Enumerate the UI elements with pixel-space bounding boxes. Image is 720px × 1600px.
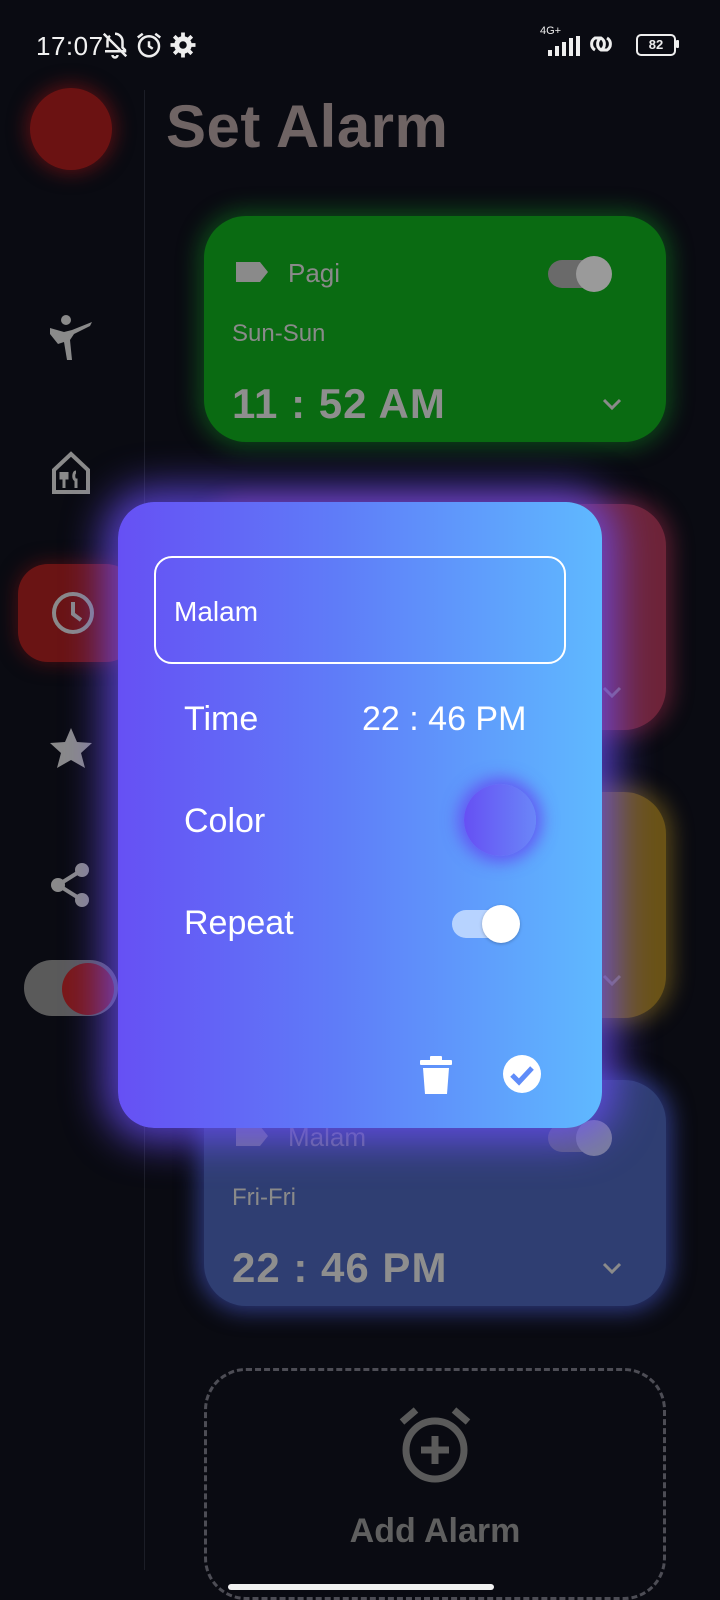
star-icon[interactable] <box>46 724 96 774</box>
add-alarm-label: Add Alarm <box>349 1512 521 1550</box>
add-alarm-icon <box>399 1407 471 1483</box>
repeat-toggle-knob <box>482 905 520 943</box>
app-logo <box>30 88 112 170</box>
alarm-status-icon <box>137 32 161 58</box>
gesture-nav-handle[interactable] <box>228 1584 494 1590</box>
delete-icon[interactable] <box>418 1056 454 1096</box>
alarm-days: Fri-Fri <box>232 1184 296 1211</box>
alarm-name-value: Malam <box>174 596 259 627</box>
martial-arts-icon[interactable] <box>46 312 96 362</box>
signal-icon <box>548 36 580 56</box>
hotspot-link-icon <box>590 36 612 52</box>
status-time: 17:07 <box>36 31 104 61</box>
battery-tip <box>676 40 679 48</box>
alarm-label: Pagi <box>288 258 341 288</box>
page-title: Set Alarm <box>166 93 449 160</box>
theme-toggle-knob <box>62 963 114 1015</box>
network-type: 4G+ <box>540 25 562 37</box>
chevron-down-icon[interactable] <box>600 968 624 992</box>
chevron-down-icon[interactable] <box>600 392 624 416</box>
notifications-off-icon <box>102 32 128 59</box>
settings-gear-icon <box>170 32 196 58</box>
time-label: Time <box>184 700 259 738</box>
alarm-time: 22 : 46 PM <box>232 1244 448 1291</box>
chevron-down-icon[interactable] <box>600 680 624 704</box>
confirm-check-icon[interactable] <box>502 1054 542 1094</box>
time-value[interactable]: 22 : 46 PM <box>362 700 526 739</box>
battery-indicator: 82 <box>636 34 676 56</box>
clock-icon[interactable] <box>48 588 98 638</box>
chevron-down-icon[interactable] <box>600 1256 624 1280</box>
color-label: Color <box>184 802 266 840</box>
add-alarm-button[interactable] <box>204 1368 666 1600</box>
restaurant-icon[interactable] <box>46 448 96 498</box>
label-tag-icon <box>236 262 268 282</box>
alarm-time: 11 : 52 AM <box>232 380 446 427</box>
alarm-toggle-knob <box>576 256 612 292</box>
alarm-days: Sun-Sun <box>232 320 326 347</box>
color-picker-swatch[interactable] <box>464 784 536 856</box>
share-icon[interactable] <box>46 860 96 910</box>
alarm-toggle-knob <box>576 1120 612 1156</box>
repeat-label: Repeat <box>184 904 294 942</box>
